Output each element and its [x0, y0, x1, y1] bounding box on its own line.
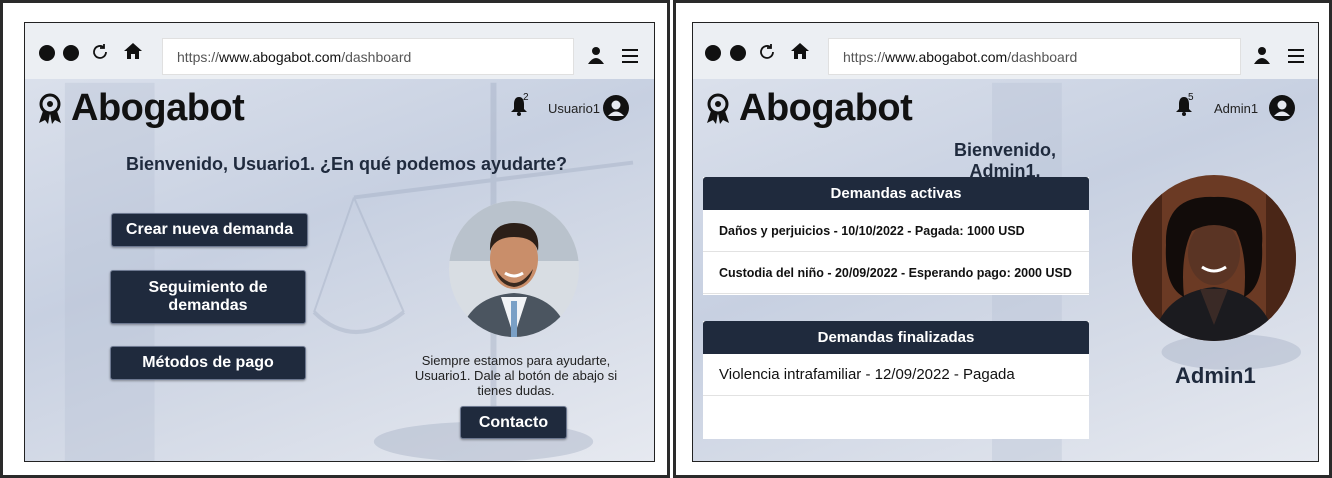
address-bar[interactable]: https://www.abogabot.com/dashboard [828, 38, 1241, 75]
award-icon [707, 93, 729, 124]
table-row[interactable]: Custodia del niño - 20/09/2022 - Esperan… [703, 252, 1089, 294]
brand-name: Abogabot [739, 87, 913, 129]
table-row [703, 396, 1089, 436]
username-label[interactable]: Admin1 [1214, 101, 1258, 116]
back-icon[interactable] [39, 45, 55, 61]
welcome-heading: Bienvenido, Admin1. [953, 140, 1056, 181]
active-claims-card: Demandas activas Daños y perjuicios - 10… [703, 177, 1089, 295]
welcome-heading: Bienvenido, Usuario1. ¿En qué podemos ay… [125, 154, 568, 174]
username-label[interactable]: Usuario1 [548, 101, 600, 116]
brand-logo[interactable]: Abogabot [705, 87, 913, 130]
notification-count: 2 [523, 92, 529, 103]
finished-claims-title: Demandas finalizadas [703, 321, 1089, 354]
finished-claims-card: Demandas finalizadas Violencia intrafami… [703, 321, 1089, 439]
back-icon[interactable] [705, 45, 721, 61]
browser-window: https://www.abogabot.com/dashboard Aboga… [692, 22, 1319, 462]
notification-count: 5 [1188, 92, 1194, 103]
create-claim-button[interactable]: Crear nueva demanda [111, 213, 308, 247]
home-icon[interactable] [123, 42, 143, 60]
browser-toolbar: https://www.abogabot.com/dashboard [25, 23, 654, 79]
payment-methods-button[interactable]: Métodos de pago [110, 346, 306, 380]
table-row[interactable]: Daños y perjuicios - 10/10/2022 - Pagada… [703, 210, 1089, 252]
profile-icon[interactable] [1254, 46, 1270, 64]
address-bar[interactable]: https://www.abogabot.com/dashboard [162, 38, 574, 75]
forward-icon[interactable] [730, 45, 746, 61]
active-claims-title: Demandas activas [703, 177, 1089, 210]
user-dashboard-panel: https://www.abogabot.com/dashboard Aboga… [0, 0, 670, 478]
admin-profile-name: Admin1 [1175, 363, 1256, 388]
lawyer-photo [449, 201, 579, 337]
reload-icon[interactable] [758, 43, 776, 61]
award-icon [39, 93, 61, 124]
reload-icon[interactable] [91, 43, 109, 61]
user-avatar-icon[interactable] [603, 95, 629, 121]
admin-dashboard-panel: https://www.abogabot.com/dashboard Aboga… [673, 0, 1332, 478]
forward-icon[interactable] [63, 45, 79, 61]
brand-name: Abogabot [71, 87, 245, 129]
profile-icon[interactable] [588, 46, 604, 64]
brand-logo[interactable]: Abogabot [37, 87, 245, 130]
menu-icon[interactable] [1288, 49, 1304, 63]
menu-icon[interactable] [622, 49, 638, 63]
user-avatar-icon[interactable] [1269, 95, 1295, 121]
home-icon[interactable] [790, 42, 810, 60]
table-row[interactable]: Violencia intrafamiliar - 12/09/2022 - P… [703, 354, 1089, 396]
contact-button[interactable]: Contacto [460, 406, 567, 439]
browser-toolbar: https://www.abogabot.com/dashboard [693, 23, 1318, 79]
track-claims-button[interactable]: Seguimiento de demandas [110, 270, 306, 324]
admin-photo [1132, 175, 1296, 341]
help-message: Siempre estamos para ayudarte, Usuario1.… [414, 353, 618, 398]
browser-window: https://www.abogabot.com/dashboard Aboga… [24, 22, 655, 462]
